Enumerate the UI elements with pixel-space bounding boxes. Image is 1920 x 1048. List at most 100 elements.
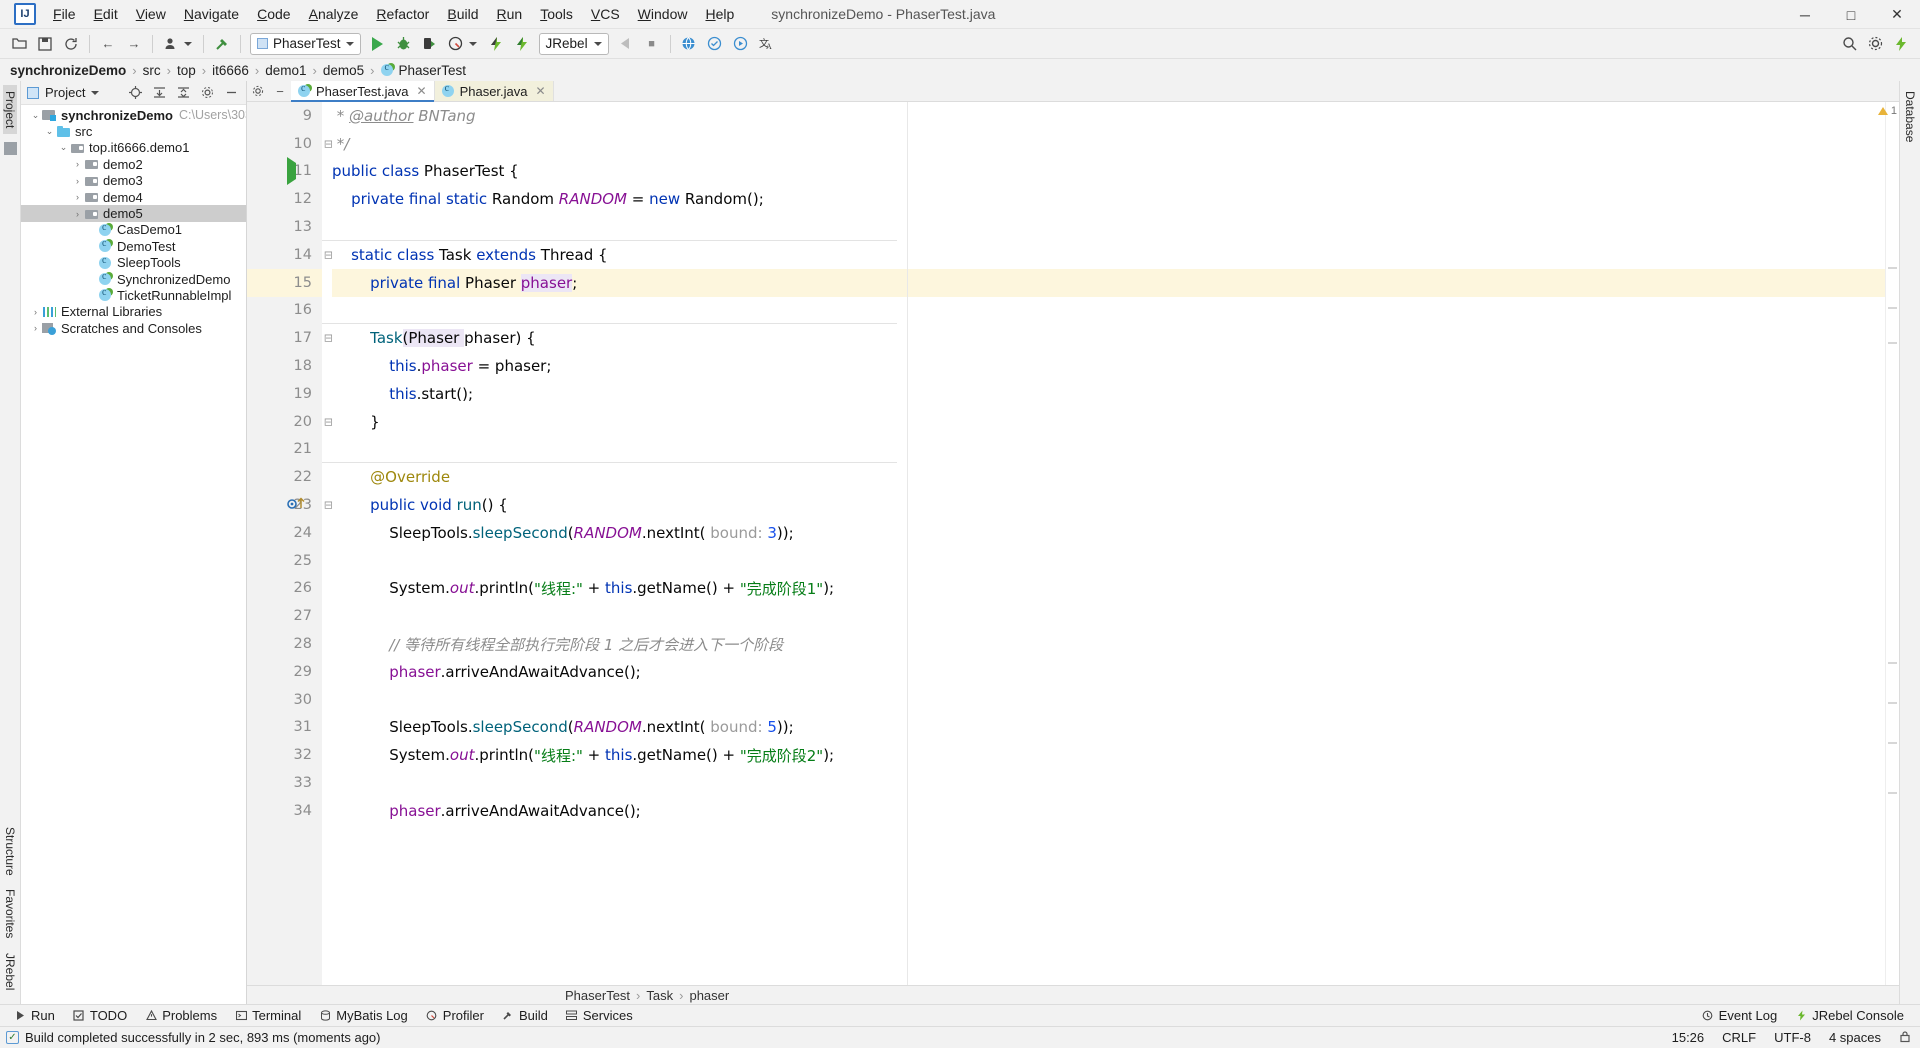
lock-icon[interactable] — [1890, 1030, 1920, 1046]
close-tab-icon[interactable]: ✕ — [536, 84, 546, 98]
minimize-button[interactable]: ─ — [1782, 0, 1828, 29]
breadcrumb-item-synchronizedemo[interactable]: synchronizeDemo — [10, 63, 126, 78]
toolwindow-build[interactable]: Build — [494, 1007, 556, 1024]
code-line-34[interactable]: phaser .arriveAndAwaitAdvance(); — [332, 797, 1885, 825]
gutter-line-34[interactable]: 34 — [247, 797, 322, 825]
gutter-line-27[interactable]: 27 — [247, 602, 322, 630]
editor-tab-phaser-java[interactable]: Phaser.java ✕ — [434, 81, 554, 101]
status-line-separator[interactable]: CRLF — [1713, 1030, 1765, 1045]
breadcrumb-item-it6666[interactable]: it6666 — [212, 63, 249, 78]
toolwindow-services[interactable]: Services — [558, 1007, 641, 1024]
code-line-24[interactable]: SleepTools. sleepSecond(RANDOM .nextInt( b… — [332, 519, 1885, 547]
jrebel-selector[interactable]: JRebel — [538, 32, 609, 55]
jrebel-run-icon[interactable] — [483, 31, 509, 57]
code-line-10[interactable]: */ — [332, 130, 1885, 158]
code-line-29[interactable]: phaser .arriveAndAwaitAdvance(); — [332, 658, 1885, 686]
toolwindow-run[interactable]: Run — [6, 1007, 63, 1024]
editor-tab-phasertest-java[interactable]: PhaserTest.java ✕ — [291, 81, 435, 102]
chevron-down-icon[interactable] — [91, 90, 100, 95]
close-button[interactable]: ✕ — [1874, 0, 1920, 29]
gutter-line-25[interactable]: 25 — [247, 547, 322, 575]
run-configuration-selector[interactable]: PhaserTest — [250, 32, 361, 55]
tree-item-scratches-and-consoles[interactable]: › Scratches and Consoles — [21, 320, 246, 336]
gutter-line-11[interactable]: 11 — [247, 157, 322, 186]
code-line-21[interactable] — [332, 436, 1885, 464]
profile-dropdown-caret-icon[interactable] — [184, 41, 192, 46]
code-line-22[interactable]: @Override — [332, 463, 1885, 491]
tree-item-top-it6666-demo1[interactable]: ⌄ top.it6666.demo1 — [21, 140, 246, 156]
code-line-9[interactable]: * @author BNTang — [332, 102, 1885, 130]
breadcrumb-item-src[interactable]: src — [143, 63, 161, 78]
gutter-line-30[interactable]: 30 — [247, 686, 322, 714]
tabs-settings-icon[interactable] — [247, 81, 269, 101]
chevron-right-icon[interactable]: › — [71, 192, 84, 202]
gutter-line-26[interactable]: 26 — [247, 575, 322, 603]
toolwindow-jrebel-console[interactable]: JRebel Console — [1787, 1007, 1912, 1024]
inspection-stripe-gutter[interactable]: 1 — [1877, 102, 1899, 985]
code-line-26[interactable]: System. out .println("线程:" + this .getName(… — [332, 575, 1885, 603]
gutter-line-17[interactable]: 17 ⊟ — [247, 324, 333, 352]
gutter-line-18[interactable]: 18 — [247, 352, 322, 380]
gutter-line-31[interactable]: 31 — [247, 714, 322, 742]
status-encoding[interactable]: UTF-8 — [1765, 1030, 1820, 1045]
coverage-button[interactable] — [417, 31, 443, 57]
forward-button[interactable]: → — [121, 31, 147, 57]
rail-structure-icon[interactable] — [3, 142, 17, 156]
search-icon[interactable] — [1836, 31, 1862, 57]
locate-icon[interactable] — [126, 84, 144, 102]
code-line-23[interactable]: public void run() { — [332, 491, 1885, 519]
jrebel-debug-icon[interactable] — [509, 31, 535, 57]
gutter-line-13[interactable]: 13 — [247, 213, 322, 241]
code-line-20[interactable]: } — [332, 408, 1885, 436]
tree-item-ticketrunnableimpl[interactable]: TicketRunnableImpl — [21, 287, 246, 303]
editor-breadcrumb-inner-class[interactable]: Task — [646, 988, 673, 1003]
gutter-line-12[interactable]: 12 — [247, 185, 322, 213]
save-icon[interactable] — [32, 31, 58, 57]
menu-help[interactable]: Help — [696, 3, 743, 25]
tree-item-external-libraries[interactable]: › External Libraries — [21, 304, 246, 320]
profiler-button[interactable] — [443, 31, 469, 57]
expand-all-icon[interactable] — [150, 84, 168, 102]
chevron-down-icon[interactable]: ⌄ — [57, 142, 70, 153]
back-button[interactable]: ← — [95, 31, 121, 57]
gutter-line-28[interactable]: 28 — [247, 630, 322, 658]
menu-code[interactable]: Code — [248, 3, 299, 25]
menu-window[interactable]: Window — [629, 3, 697, 25]
tree-item-demo5[interactable]: › demo5 — [21, 205, 246, 222]
tree-item-src[interactable]: ⌄ src — [21, 123, 246, 139]
code-line-30[interactable] — [332, 686, 1885, 714]
tree-item-demo2[interactable]: › demo2 — [21, 156, 246, 172]
toolwindow-profiler[interactable]: Profiler — [418, 1007, 492, 1024]
code-line-25[interactable] — [332, 547, 1885, 575]
gutter-line-21[interactable]: 21 — [247, 436, 322, 464]
tree-item-casdemo1[interactable]: CasDemo1 — [21, 222, 246, 238]
menu-edit[interactable]: Edit — [85, 3, 127, 25]
tree-item-demo4[interactable]: › demo4 — [21, 189, 246, 205]
close-tab-icon[interactable]: ✕ — [417, 84, 427, 98]
code-line-18[interactable]: this. phaser = phaser; — [332, 352, 1885, 380]
run-button[interactable] — [365, 31, 391, 57]
breadcrumb-item-demo1[interactable]: demo1 — [265, 63, 306, 78]
menu-view[interactable]: View — [127, 3, 175, 25]
code-line-11[interactable]: public class PhaserTest { — [332, 158, 1885, 186]
jrebel-status-icon[interactable] — [1888, 31, 1914, 57]
code-line-19[interactable]: this .start(); — [332, 380, 1885, 408]
breadcrumb-item-demo5[interactable]: demo5 — [323, 63, 364, 78]
editor-breadcrumb-field[interactable]: phaser — [689, 988, 729, 1003]
gutter-line-33[interactable]: 33 — [247, 769, 322, 797]
gutter-line-19[interactable]: 19 — [247, 380, 322, 408]
rail-button-project[interactable]: Project — [3, 85, 17, 135]
gutter-line-16[interactable]: 16 — [247, 297, 322, 325]
refresh-icon[interactable] — [58, 31, 84, 57]
tree-item-sleeptools[interactable]: SleepTools — [21, 255, 246, 271]
code-editor[interactable]: 9 10 ⊟ 11 12 13 14 ⊟ 15 16 17 ⊟ 18 19 20 ⊟ 21 22 23 ⊟ 24 25 26… — [247, 102, 1899, 985]
code-line-17[interactable]: Task (Phaser phaser) { — [332, 324, 1885, 352]
toolwindow-event-log[interactable]: Event Log — [1694, 1007, 1786, 1024]
tree-item-demotest[interactable]: DemoTest — [21, 238, 246, 254]
code-line-28[interactable]: // 等待所有线程全部执行完阶段 1 之后才会进入下一个阶段 — [332, 630, 1885, 658]
toolwindow-mybatis-log[interactable]: MyBatis Log — [311, 1007, 416, 1024]
folder-open-icon[interactable] — [6, 31, 32, 57]
gutter-line-14[interactable]: 14 ⊟ — [247, 241, 333, 269]
debug-button[interactable] — [391, 31, 417, 57]
code-line-13[interactable] — [332, 213, 1885, 241]
